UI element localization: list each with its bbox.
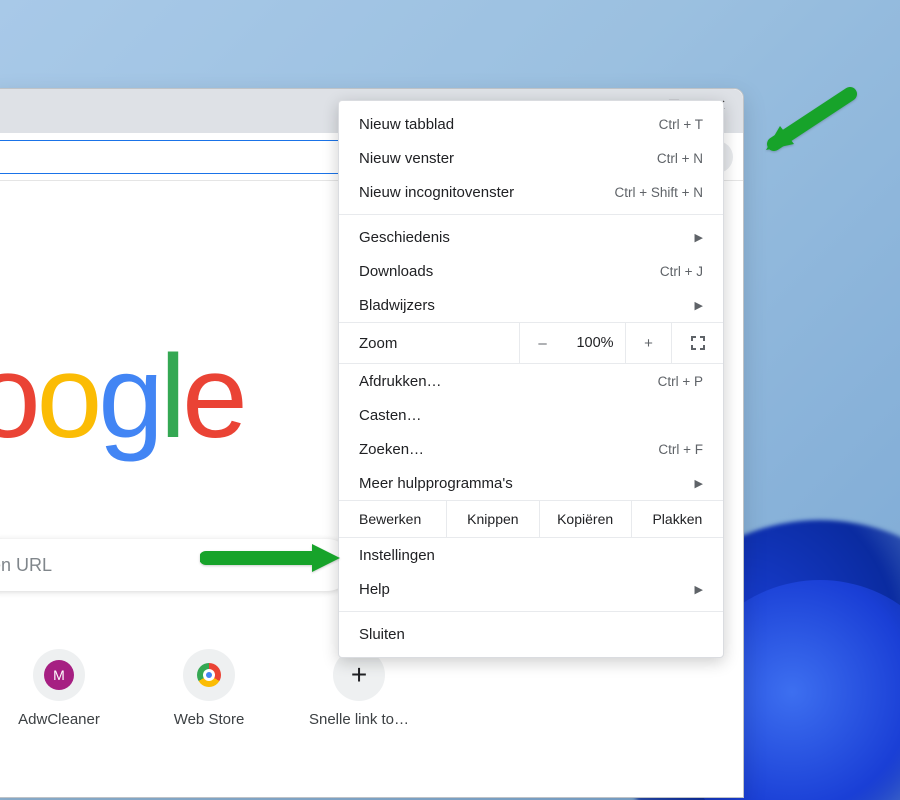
chrome-main-menu: Nieuw tabblad Ctrl + T Nieuw venster Ctr… bbox=[338, 100, 724, 658]
shortcut-label: AdwCleaner bbox=[18, 711, 100, 728]
menu-new-incognito[interactable]: Nieuw incognitovenster Ctrl + Shift + N bbox=[339, 175, 723, 209]
menu-separator bbox=[339, 214, 723, 215]
shortcut-add[interactable]: + Snelle link to… bbox=[301, 649, 417, 728]
shortcut-icon bbox=[183, 649, 235, 701]
zoom-label: Zoom bbox=[339, 325, 519, 362]
menu-cast[interactable]: Casten… bbox=[339, 398, 723, 432]
submenu-arrow-icon: ▶ bbox=[695, 299, 703, 312]
menu-history[interactable]: Geschiedenis ▶ bbox=[339, 220, 723, 254]
zoom-out-button[interactable]: – bbox=[519, 323, 565, 363]
ntp-shortcuts: M AdwCleaner Web Store + Snelle link to… bbox=[1, 649, 417, 728]
menu-paste[interactable]: Plakken bbox=[631, 501, 723, 537]
annotation-arrow-settings bbox=[200, 538, 350, 583]
menu-help[interactable]: Help ▶ bbox=[339, 572, 723, 606]
shortcut-webstore[interactable]: Web Store bbox=[151, 649, 267, 728]
menu-settings[interactable]: Instellingen bbox=[339, 538, 723, 572]
submenu-arrow-icon: ▶ bbox=[695, 477, 703, 490]
annotation-arrow-menu-button bbox=[760, 86, 860, 171]
menu-zoom-row: Zoom – 100% + bbox=[339, 322, 723, 364]
favicon-letter: M bbox=[44, 660, 74, 690]
shortcut-label: Web Store bbox=[174, 711, 245, 728]
menu-more-tools[interactable]: Meer hulpprogramma's ▶ bbox=[339, 466, 723, 500]
menu-downloads[interactable]: Downloads Ctrl + J bbox=[339, 254, 723, 288]
search-placeholder: en URL bbox=[0, 555, 52, 576]
menu-find[interactable]: Zoeken… Ctrl + F bbox=[339, 432, 723, 466]
fullscreen-button[interactable] bbox=[671, 323, 723, 363]
zoom-in-button[interactable]: + bbox=[625, 323, 671, 363]
submenu-arrow-icon: ▶ bbox=[695, 583, 703, 596]
menu-edit-label: Bewerken bbox=[339, 501, 446, 537]
submenu-arrow-icon: ▶ bbox=[695, 231, 703, 244]
shortcut-label: Snelle link to… bbox=[309, 711, 409, 728]
menu-print[interactable]: Afdrukken… Ctrl + P bbox=[339, 364, 723, 398]
menu-separator bbox=[339, 611, 723, 612]
chrome-icon bbox=[197, 663, 221, 687]
menu-new-window[interactable]: Nieuw venster Ctrl + N bbox=[339, 141, 723, 175]
menu-new-tab[interactable]: Nieuw tabblad Ctrl + T bbox=[339, 107, 723, 141]
menu-copy[interactable]: Kopiëren bbox=[539, 501, 631, 537]
menu-edit-row: Bewerken Knippen Kopiëren Plakken bbox=[339, 500, 723, 538]
menu-bookmarks[interactable]: Bladwijzers ▶ bbox=[339, 288, 723, 322]
plus-icon: + bbox=[351, 659, 367, 691]
shortcut-adwcleaner[interactable]: M AdwCleaner bbox=[1, 649, 117, 728]
menu-exit[interactable]: Sluiten bbox=[339, 617, 723, 651]
google-logo: oogle bbox=[0, 329, 244, 465]
menu-cut[interactable]: Knippen bbox=[446, 501, 538, 537]
zoom-value: 100% bbox=[565, 335, 625, 351]
shortcut-icon: M bbox=[33, 649, 85, 701]
